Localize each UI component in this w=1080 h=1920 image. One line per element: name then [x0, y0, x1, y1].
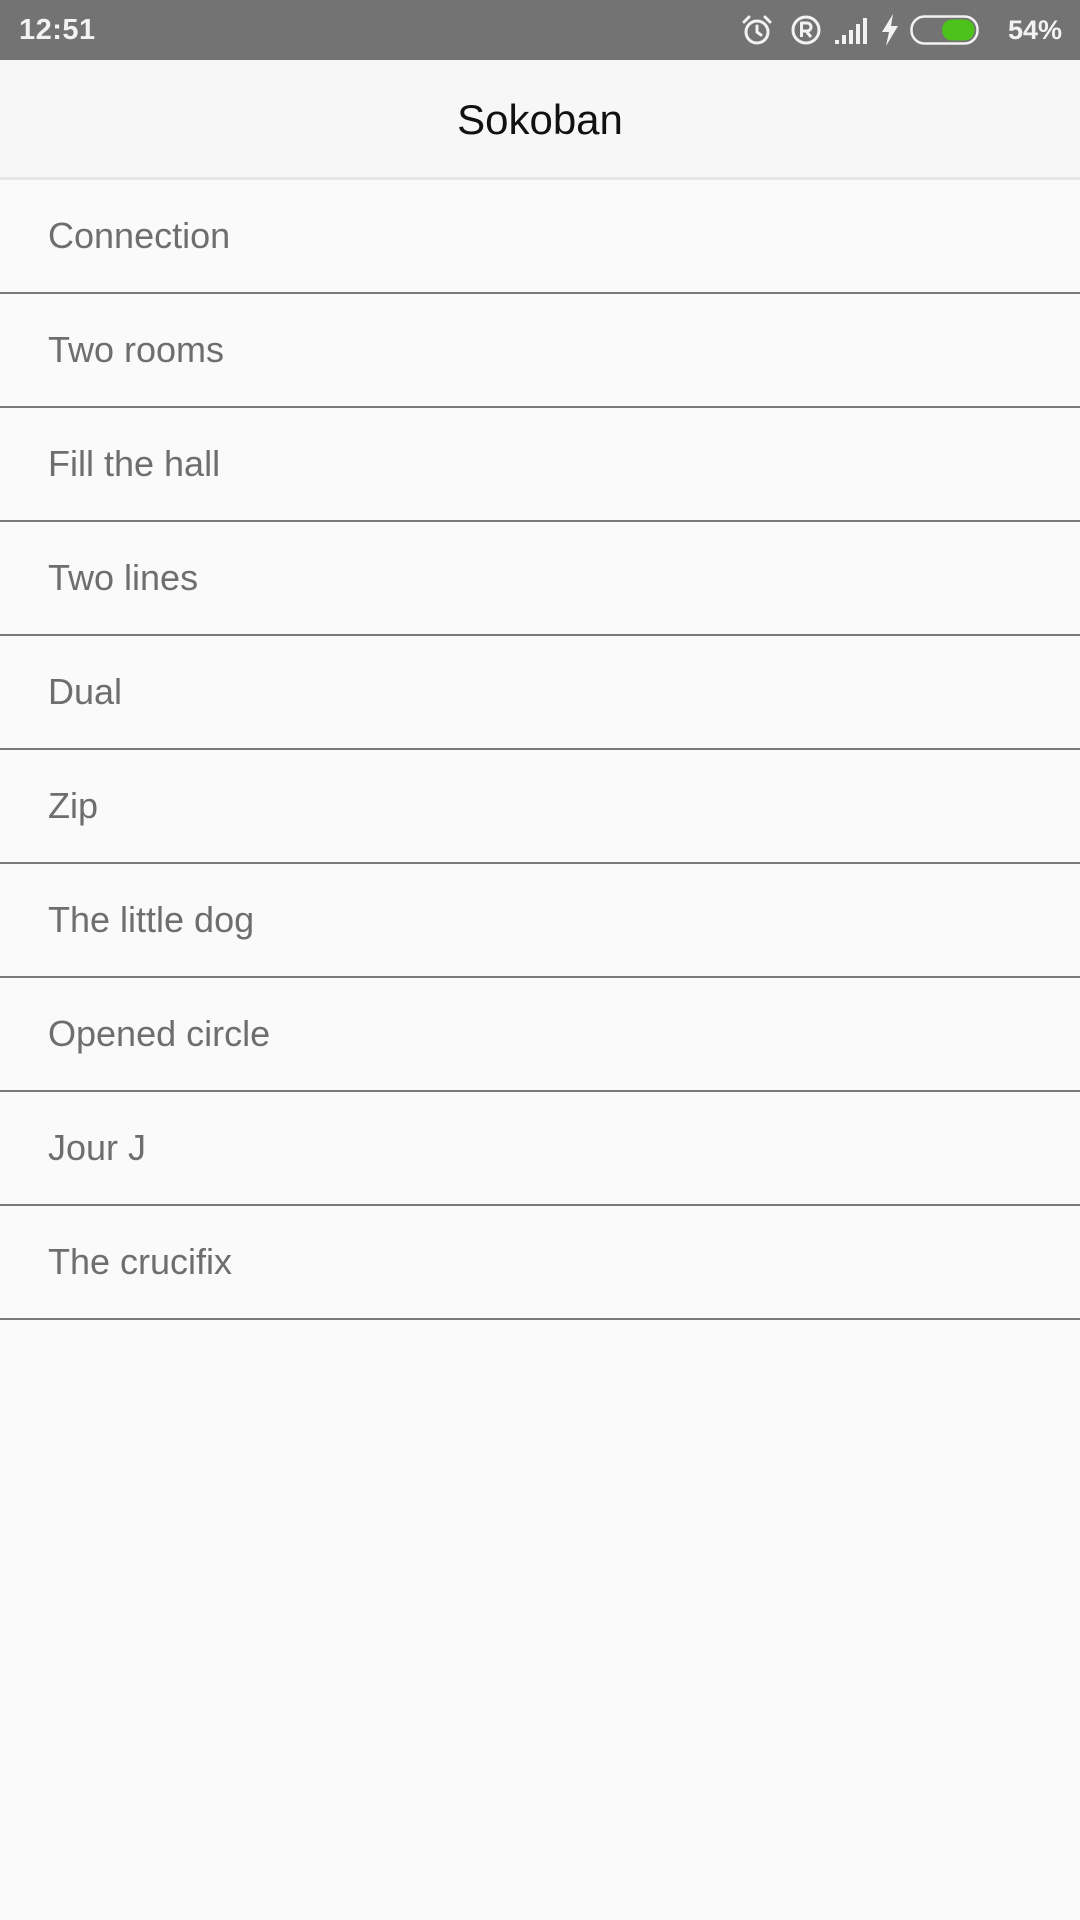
level-item[interactable]: Fill the hall	[0, 408, 1080, 522]
battery-percentage: 54%	[1008, 15, 1063, 45]
level-label: Zip	[48, 785, 99, 826]
registered-icon	[789, 13, 823, 52]
alarm-icon	[740, 13, 774, 52]
level-label: Dual	[48, 671, 123, 712]
signal-icon	[834, 16, 874, 49]
level-item[interactable]: Opened circle	[0, 978, 1080, 1092]
status-time: 12:51	[19, 14, 96, 46]
level-item[interactable]: Two lines	[0, 522, 1080, 636]
level-list: Connection Two rooms Fill the hall Two line…	[0, 180, 1080, 1320]
level-label: Fill the hall	[48, 443, 221, 484]
level-item[interactable]: Dual	[0, 636, 1080, 750]
page-title: Sokoban	[457, 96, 623, 143]
app-header: Sokoban	[0, 60, 1080, 180]
level-item[interactable]: The crucifix	[0, 1206, 1080, 1320]
level-label: The little dog	[48, 899, 255, 940]
status-bar: 12:51 54%	[0, 0, 1080, 60]
level-label: The crucifix	[48, 1241, 233, 1282]
battery-icon	[910, 15, 982, 50]
level-label: Opened circle	[48, 1013, 271, 1054]
level-item[interactable]: Two rooms	[0, 294, 1080, 408]
level-label: Connection	[48, 215, 231, 256]
level-item[interactable]: Zip	[0, 750, 1080, 864]
status-icons: 54%	[740, 0, 1080, 60]
level-item[interactable]: Jour J	[0, 1092, 1080, 1206]
level-label: Two lines	[48, 557, 199, 598]
level-label: Jour J	[48, 1127, 147, 1168]
level-item[interactable]: The little dog	[0, 864, 1080, 978]
level-item[interactable]: Connection	[0, 180, 1080, 294]
level-label: Two rooms	[48, 329, 225, 370]
charging-icon	[880, 14, 900, 51]
